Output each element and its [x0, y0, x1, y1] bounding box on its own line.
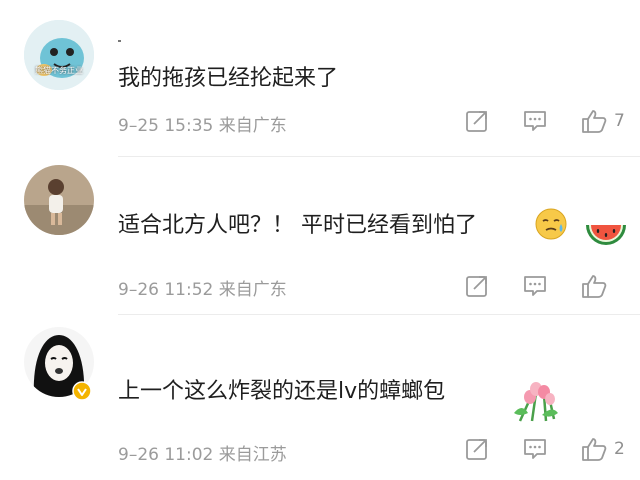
like-count: 7	[614, 111, 625, 131]
photo-avatar-icon	[24, 165, 94, 235]
sweat-emoji-icon	[534, 207, 568, 245]
comment-actions: 7	[464, 108, 626, 134]
share-button[interactable]	[464, 436, 490, 462]
comment-button[interactable]	[522, 108, 548, 134]
comment-icon	[524, 276, 546, 296]
like-button[interactable]: 7	[580, 108, 626, 134]
avatar[interactable]	[24, 165, 94, 235]
share-button[interactable]	[464, 273, 490, 299]
comment-item: 上一个这么炸裂的还是lv的蟑螂包 9–26 11:02 来自江苏 2	[0, 315, 640, 480]
share-icon	[466, 111, 487, 132]
comment-button[interactable]	[522, 273, 548, 299]
comment-text: 我的拖孩已经抡起来了	[118, 66, 339, 91]
share-icon	[466, 439, 487, 460]
comment-icon	[524, 439, 546, 459]
thumbs-up-icon	[582, 275, 607, 298]
cartoon-avatar-icon	[24, 20, 94, 90]
comment-actions: 2	[464, 436, 626, 462]
comment-meta: 9–25 15:35 来自广东	[118, 116, 287, 136]
comment-icon	[524, 111, 546, 131]
verified-badge-icon	[72, 381, 92, 401]
comment-text: 上一个这么炸裂的还是lv的蟑螂包	[118, 379, 446, 404]
comment-actions	[464, 273, 626, 299]
like-button[interactable]	[580, 273, 626, 299]
share-icon	[466, 276, 487, 297]
share-button[interactable]	[464, 108, 490, 134]
watermelon-icon	[584, 219, 628, 257]
comment-button[interactable]	[522, 436, 548, 462]
tulip-bouquet-icon	[510, 373, 562, 427]
comment-item: 熊猫不务正业 我的拖孩已经抡起来了 9–25 15:35 来自广东 7	[0, 0, 640, 156]
comment-text: 适合北方人吧？！ 平时已经看到怕了	[118, 213, 477, 238]
thumbs-up-icon	[582, 110, 607, 133]
comment-item: 适合北方人吧？！ 平时已经看到怕了 9–26 11:52 来自广东	[0, 157, 640, 314]
thumbs-up-icon	[582, 438, 607, 461]
like-button[interactable]: 2	[580, 436, 626, 462]
avatar[interactable]	[24, 20, 94, 90]
comment-meta: 9–26 11:02 来自江苏	[118, 445, 287, 465]
like-count: 2	[614, 439, 625, 459]
comment-meta: 9–26 11:52 来自广东	[118, 280, 287, 300]
separator-dot	[118, 40, 121, 42]
